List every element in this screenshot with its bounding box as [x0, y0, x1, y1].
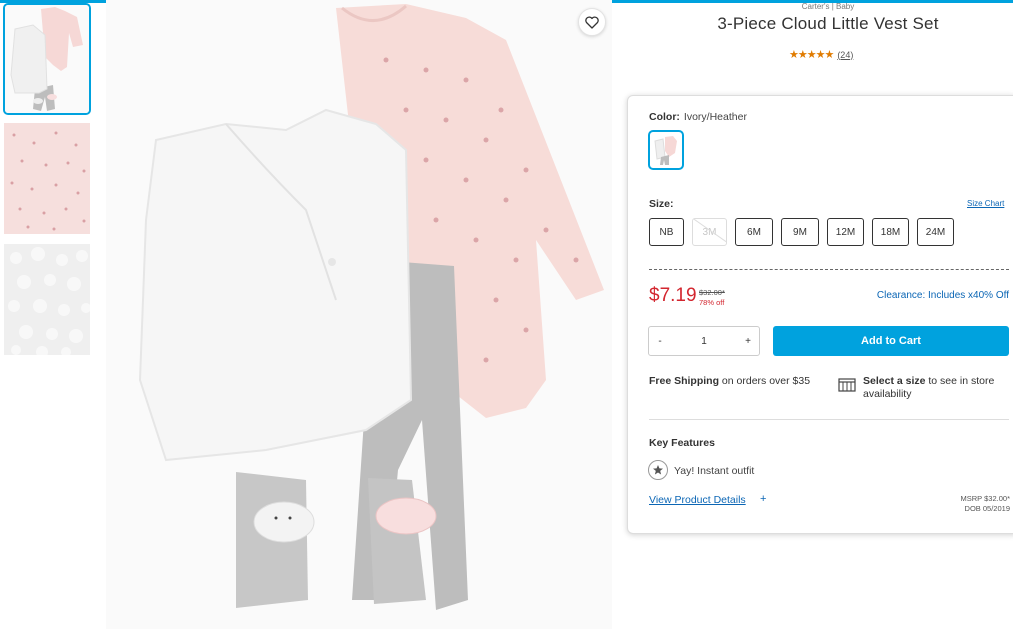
- heart-outline-icon: [585, 15, 599, 29]
- key-features-title: Key Features: [649, 437, 715, 449]
- size-options: NB 3M 6M 9M 12M 18M 24M: [649, 218, 954, 246]
- clearance-link[interactable]: Clearance: Includes x40% Off: [859, 290, 1009, 301]
- quantity-decrease-button[interactable]: -: [649, 336, 671, 347]
- color-swatch-ivory-heather[interactable]: [648, 130, 684, 170]
- shipping-info: Free Shipping on orders over $35: [649, 375, 824, 388]
- features-divider: [649, 419, 1009, 420]
- size-option-18m[interactable]: 18M: [872, 218, 909, 246]
- quantity-increase-button[interactable]: +: [737, 336, 759, 347]
- favorite-button[interactable]: [578, 8, 606, 36]
- review-count-link[interactable]: (24): [837, 50, 853, 60]
- thumbnail-pattern[interactable]: [4, 123, 90, 234]
- star-badge-icon: [648, 460, 668, 480]
- store-icon: [838, 378, 856, 397]
- quantity-stepper: - +: [648, 326, 760, 356]
- original-price: $32.00*: [699, 288, 725, 297]
- size-option-nb[interactable]: NB: [649, 218, 684, 246]
- store-bold: Select a size: [863, 375, 926, 387]
- msrp-value: MSRP $32.00*: [960, 494, 1010, 503]
- store-availability[interactable]: Select a size to see in store availabili…: [863, 375, 1013, 401]
- brand-breadcrumb[interactable]: Carter's | Baby: [760, 2, 896, 11]
- view-product-details-link[interactable]: View Product Details: [649, 494, 746, 506]
- purchase-panel: Color: Ivory/Heather Size: Size Chart NB …: [627, 95, 1013, 534]
- size-option-9m[interactable]: 9M: [781, 218, 819, 246]
- size-option-3m[interactable]: 3M: [692, 218, 727, 246]
- size-option-24m[interactable]: 24M: [917, 218, 954, 246]
- feature-item: Yay! Instant outfit: [674, 465, 755, 477]
- star-rating-icon: ★★★★★: [789, 48, 834, 61]
- shipping-bold: Free Shipping: [649, 375, 720, 387]
- plus-icon[interactable]: +: [760, 493, 766, 505]
- size-option-12m[interactable]: 12M: [827, 218, 864, 246]
- price-divider: [649, 269, 1009, 270]
- color-label: Color:: [649, 111, 680, 123]
- product-title: 3-Piece Cloud Little Vest Set: [717, 14, 939, 33]
- color-selector: Color: Ivory/Heather: [649, 111, 747, 123]
- add-to-cart-button[interactable]: Add to Cart: [773, 326, 1009, 356]
- discount-percent: 78% off: [699, 298, 725, 307]
- thumbnail-texture[interactable]: [4, 244, 90, 355]
- quantity-input[interactable]: [671, 335, 737, 347]
- sale-price: $7.19: [649, 285, 697, 306]
- dob-value: DOB 05/2019: [964, 504, 1010, 513]
- shipping-text: on orders over $35: [719, 375, 811, 387]
- msrp-info: MSRP $32.00* DOB 05/2019: [918, 494, 1010, 514]
- product-rating[interactable]: ★★★★★ (24): [789, 48, 853, 61]
- size-chart-link[interactable]: Size Chart: [967, 199, 1004, 208]
- main-product-image: [106, 0, 612, 629]
- size-label: Size:: [649, 198, 674, 210]
- size-option-6m[interactable]: 6M: [735, 218, 773, 246]
- thumbnail-outfit[interactable]: [3, 3, 91, 115]
- color-value: Ivory/Heather: [683, 111, 747, 123]
